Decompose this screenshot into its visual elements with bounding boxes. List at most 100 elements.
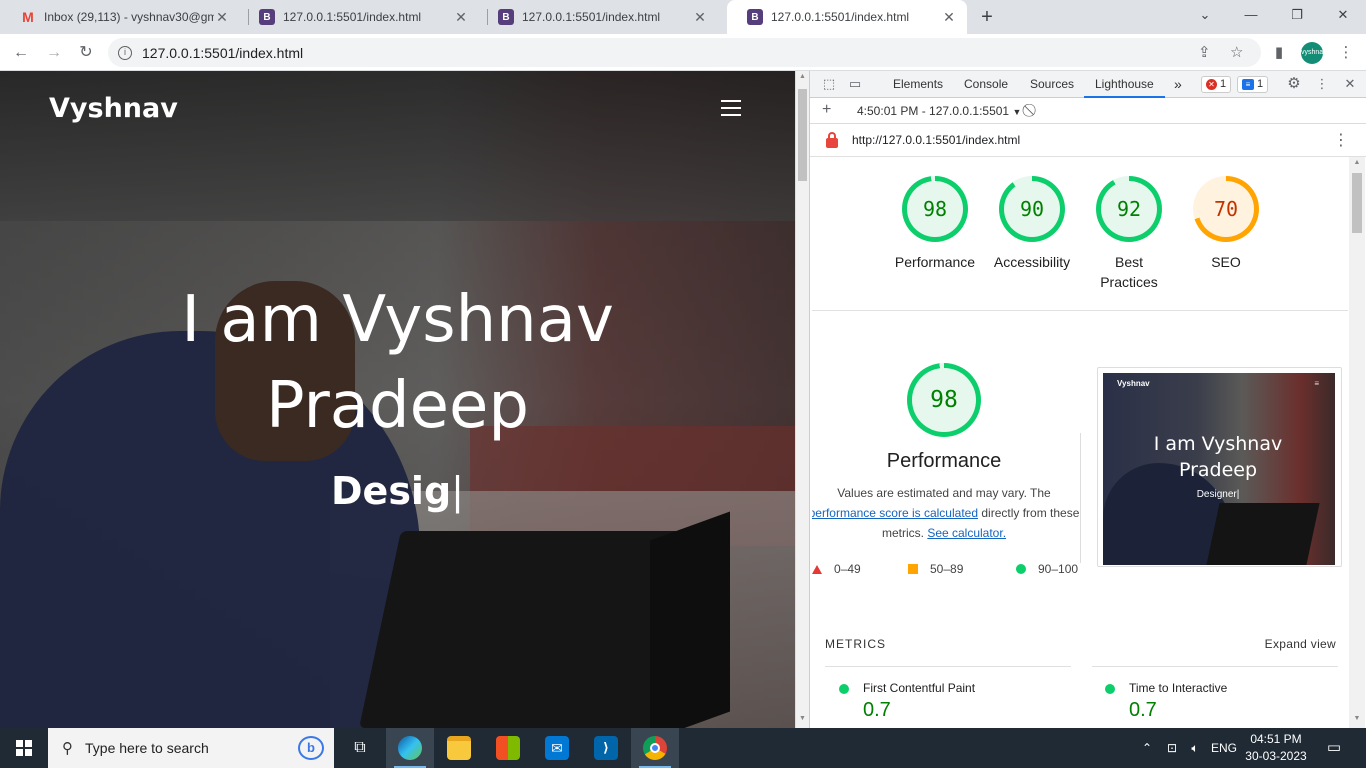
score-gauge-performance[interactable]: 98 Performance (885, 176, 985, 272)
score-gauge-accessibility[interactable]: 90 Accessibility (982, 176, 1082, 272)
score-gauge-seo[interactable]: 70 SEO (1176, 176, 1276, 272)
close-devtools-icon[interactable]: ✕ (1341, 76, 1359, 92)
devtools-panel: ⬚ ▭ Elements Console Sources Lighthouse … (809, 71, 1366, 728)
metric-divider (1092, 666, 1338, 667)
tab-index-2[interactable]: B 127.0.0.1:5501/index.html ✕ (478, 0, 718, 34)
tab-console[interactable]: Console (964, 71, 1008, 98)
taskbar-vscode[interactable]: ⟩ (582, 728, 630, 768)
scroll-up-arrow-icon[interactable]: ▲ (796, 73, 809, 80)
legend-range: 50–89 (930, 562, 964, 576)
more-tabs-chevron-icon[interactable]: » (1174, 71, 1182, 98)
section-divider (812, 310, 1348, 311)
taskbar-search-box[interactable]: ⚲ Type here to search b (48, 728, 334, 768)
bootstrap-icon: B (498, 9, 514, 25)
scrollbar-thumb[interactable] (1352, 173, 1362, 233)
minimize-button[interactable]: — (1228, 0, 1274, 30)
new-report-plus-icon[interactable]: + (822, 101, 831, 119)
tab-search-button[interactable]: ⌄ (1182, 0, 1228, 30)
taskbar-store[interactable] (484, 728, 532, 768)
chrome-icon (643, 736, 667, 760)
close-icon[interactable]: ✕ (692, 9, 708, 26)
report-scrollbar[interactable]: ▲ ▼ (1349, 157, 1365, 728)
expand-view-button[interactable]: Expand view (1265, 637, 1336, 651)
gauge-score: 70 (1198, 181, 1254, 237)
report-url[interactable]: http://127.0.0.1:5501/index.html (852, 133, 1020, 147)
close-icon[interactable]: ✕ (941, 9, 957, 26)
gauge-score: 90 (1004, 181, 1060, 237)
performance-description: Values are estimated and may vary. The p… (812, 483, 1080, 543)
taskbar-clock[interactable]: 04:51 PM 30-03-2023 (1238, 731, 1314, 765)
back-button[interactable]: ← (8, 40, 34, 66)
score-calculated-link[interactable]: performance score is calculated (812, 506, 978, 520)
screenshot-laptop (1206, 503, 1320, 565)
device-toolbar-icon[interactable]: ▭ (846, 76, 864, 92)
tab-title: Inbox (29,113) - vyshnav30@gmail.com (44, 10, 214, 24)
volume-icon[interactable]: 🔈︎ (1185, 728, 1205, 768)
new-tab-button[interactable]: + (975, 5, 999, 29)
error-count-badge[interactable]: ✕ 1 (1201, 76, 1232, 93)
taskbar-edge[interactable] (386, 728, 434, 768)
address-url[interactable]: 127.0.0.1:5501/index.html (142, 45, 303, 61)
file-explorer-icon (447, 736, 471, 760)
final-screenshot[interactable]: Vyshnav ≡ I am Vyshnav Pradeep Designer| (1097, 367, 1342, 567)
report-url-bar: http://127.0.0.1:5501/index.html ⋮ (810, 124, 1366, 157)
tab-title: 127.0.0.1:5501/index.html (283, 10, 422, 24)
devtools-menu-icon[interactable]: ⋮ (1313, 76, 1331, 92)
hamburger-menu-icon[interactable] (721, 100, 741, 116)
scrollbar-thumb[interactable] (798, 89, 807, 181)
legend-average: 50–89 (908, 562, 963, 576)
meet-now-icon[interactable]: ⊡ (1162, 728, 1182, 768)
search-placeholder: Type here to search (85, 740, 209, 756)
browser-tab-strip: M Inbox (29,113) - vyshnav30@gmail.com ✕… (0, 0, 1366, 34)
tab-elements[interactable]: Elements (893, 71, 943, 98)
see-calculator-link[interactable]: See calculator. (927, 526, 1006, 540)
tab-gmail-inbox[interactable]: M Inbox (29,113) - vyshnav30@gmail.com ✕ (0, 0, 240, 34)
share-icon[interactable]: ⇪ (1198, 38, 1211, 67)
reload-button[interactable]: ↻ (73, 40, 99, 66)
notification-icon[interactable]: ▭ (1320, 728, 1348, 768)
hero-title-line2: Pradeep (266, 369, 529, 443)
show-hidden-icons-chevron-icon[interactable]: ⌃ (1138, 728, 1156, 768)
taskbar-chrome[interactable] (631, 728, 679, 768)
forward-button[interactable]: → (41, 40, 67, 66)
tab-lighthouse[interactable]: Lighthouse (1084, 71, 1165, 98)
taskbar-file-explorer[interactable] (435, 728, 483, 768)
pass-circle-icon (839, 684, 849, 694)
site-info-icon[interactable]: i (118, 45, 132, 60)
profile-avatar[interactable]: vyshnav (1301, 42, 1327, 64)
pass-circle-icon (1105, 684, 1115, 694)
tab-index-active[interactable]: B 127.0.0.1:5501/index.html ✕ (727, 0, 967, 34)
browser-menu-icon[interactable]: ⋮ (1333, 40, 1359, 66)
report-menu-icon[interactable]: ⋮ (1333, 130, 1349, 150)
edge-icon (398, 736, 422, 760)
close-icon[interactable]: ✕ (214, 9, 230, 26)
report-selector[interactable]: 4:50:01 PM - 127.0.0.1:5501 ▼ (857, 104, 1021, 118)
taskbar-mail[interactable]: ✉ (533, 728, 581, 768)
task-view-button[interactable]: ⧉ (336, 728, 384, 768)
address-bar[interactable]: i 127.0.0.1:5501/index.html ⇪ ☆ (108, 38, 1261, 67)
inspect-element-icon[interactable]: ⬚ (820, 76, 838, 92)
restore-button[interactable]: ❐ (1274, 0, 1320, 30)
language-indicator[interactable]: ENG (1208, 728, 1240, 768)
scroll-down-arrow-icon[interactable]: ▼ (796, 715, 809, 722)
start-button[interactable] (0, 728, 48, 768)
close-window-button[interactable]: ✕ (1320, 0, 1366, 30)
side-panel-icon[interactable]: ▮ (1266, 40, 1292, 66)
hero-subtitle: Desig (331, 469, 452, 513)
tab-index-1[interactable]: B 127.0.0.1:5501/index.html ✕ (239, 0, 479, 34)
gauge-label: Performance (894, 254, 976, 270)
bookmark-star-icon[interactable]: ☆ (1230, 38, 1243, 67)
page-scrollbar[interactable]: ▲ ▼ (795, 71, 809, 728)
scroll-down-arrow-icon[interactable]: ▼ (1349, 715, 1365, 722)
message-count-badge[interactable]: ≡ 1 (1237, 76, 1269, 93)
score-gauge-best-practices[interactable]: 92 Best Practices (1079, 176, 1179, 292)
site-brand[interactable]: Vyshnav (49, 93, 178, 124)
settings-gear-icon[interactable]: ⚙ (1285, 76, 1303, 92)
close-icon[interactable]: ✕ (453, 9, 469, 26)
gauge-label: SEO (1211, 254, 1241, 270)
gauge-label: Accessibility (993, 254, 1071, 270)
tab-sources[interactable]: Sources (1030, 71, 1074, 98)
bing-icon[interactable]: b (298, 736, 324, 760)
scroll-up-arrow-icon[interactable]: ▲ (1349, 159, 1365, 166)
legend-pass: 90–100 (1016, 562, 1078, 576)
